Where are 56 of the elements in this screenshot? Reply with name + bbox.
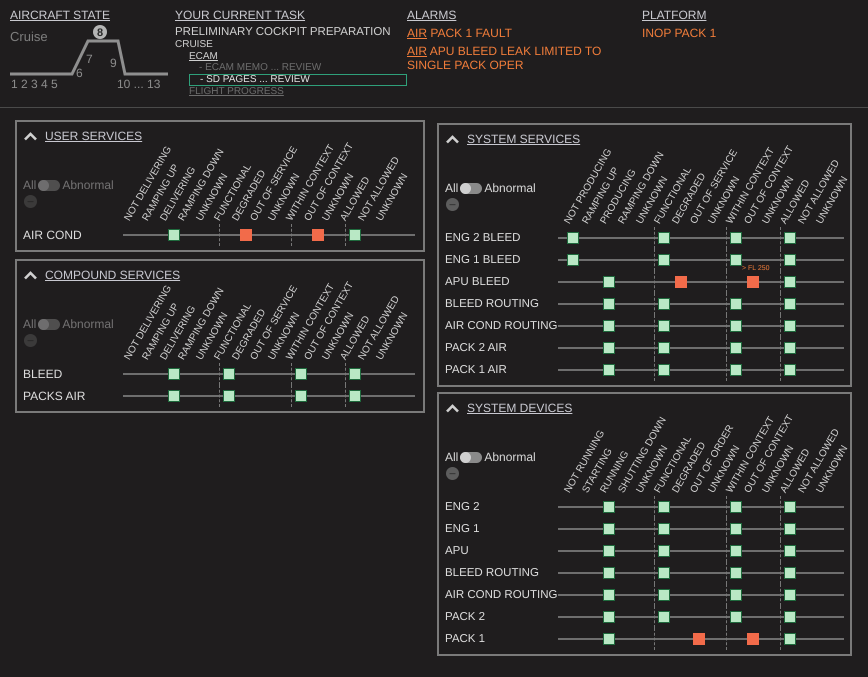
row-label: ENG 2 BLEED (445, 232, 522, 244)
section-title: YOUR CURRENT TASK (175, 8, 306, 22)
row-label: AIR COND ROUTING (445, 589, 558, 601)
chevron-up-icon[interactable] (445, 134, 460, 144)
panel-title[interactable]: SYSTEM DEVICES (467, 401, 572, 415)
row-label: PACK 2 AIR (445, 342, 508, 354)
row-label: ENG 1 BLEED (445, 254, 522, 266)
phase-label: 9 (110, 56, 117, 70)
toggle-label: All (445, 181, 458, 195)
section-title: AIRCRAFT STATE (10, 8, 110, 22)
panel-title[interactable]: COMPOUND SERVICES (45, 268, 180, 282)
row-label: ENG 2 (445, 501, 481, 513)
task-item: - SD PAGES ... REVIEW (189, 74, 407, 86)
phase-label: 6 (76, 66, 83, 80)
phase-badge: 8 (93, 25, 107, 39)
toggle-switch[interactable] (460, 452, 482, 462)
alarm-message: AIR APU BLEED LEAK LIMITED TO SINGLE PACK OPER (407, 44, 602, 72)
task-item: - ECAM MEMO ... REVIEW (198, 62, 322, 74)
toggle-label: Abnormal (484, 181, 536, 195)
phase-label: 1 2 3 4 5 (11, 77, 58, 91)
toggle-label: All (23, 178, 36, 192)
row-label: AIR COND ROUTING (445, 320, 558, 332)
alarm-message: AIR PACK 1 FAULT (407, 26, 513, 40)
toggle-switch[interactable] (460, 182, 482, 194)
row-label: BLEED (23, 367, 64, 381)
row-label: APU BLEED (445, 276, 511, 288)
toggle-label: Abnormal (62, 178, 114, 192)
section-title: ALARMS (407, 8, 456, 22)
task-item: CRUISE (175, 39, 213, 50)
phase-label: 7 (86, 52, 93, 66)
phase-label: 10 ... 13 (117, 77, 160, 91)
system-link[interactable]: AIR (407, 44, 428, 58)
toggle-label: Abnormal (484, 450, 536, 464)
row-label: PACKS AIR (23, 389, 86, 403)
panel-title[interactable]: SYSTEM SERVICES (467, 132, 580, 146)
system-link[interactable]: AIR (407, 26, 428, 40)
row-label: ENG 1 (445, 523, 481, 535)
row-label: PACK 1 AIR (445, 364, 508, 376)
row-label: PACK 2 (445, 611, 486, 623)
row-label: APU (445, 545, 470, 557)
chevron-up-icon[interactable] (23, 131, 38, 141)
section-title: PLATFORM (642, 8, 706, 22)
row-label: BLEED ROUTING (445, 567, 540, 579)
chevron-up-icon[interactable] (23, 270, 38, 280)
panel-title[interactable]: USER SERVICES (45, 129, 142, 143)
chevron-up-icon[interactable] (445, 403, 460, 413)
platform-message: INOP PACK 1 (642, 26, 718, 40)
toggle-label: All (23, 317, 36, 331)
task-link[interactable]: ECAM (189, 50, 218, 62)
phase-name: Cruise (10, 29, 48, 44)
row-label: BLEED ROUTING (445, 298, 540, 310)
toggle-label: Abnormal (62, 317, 114, 331)
row-label: PACK 1 (445, 633, 486, 645)
toggle-label: All (445, 450, 458, 464)
row-label: AIR COND (23, 228, 83, 242)
task-item: PRELIMINARY COCKPIT PREPARATION (175, 26, 391, 39)
